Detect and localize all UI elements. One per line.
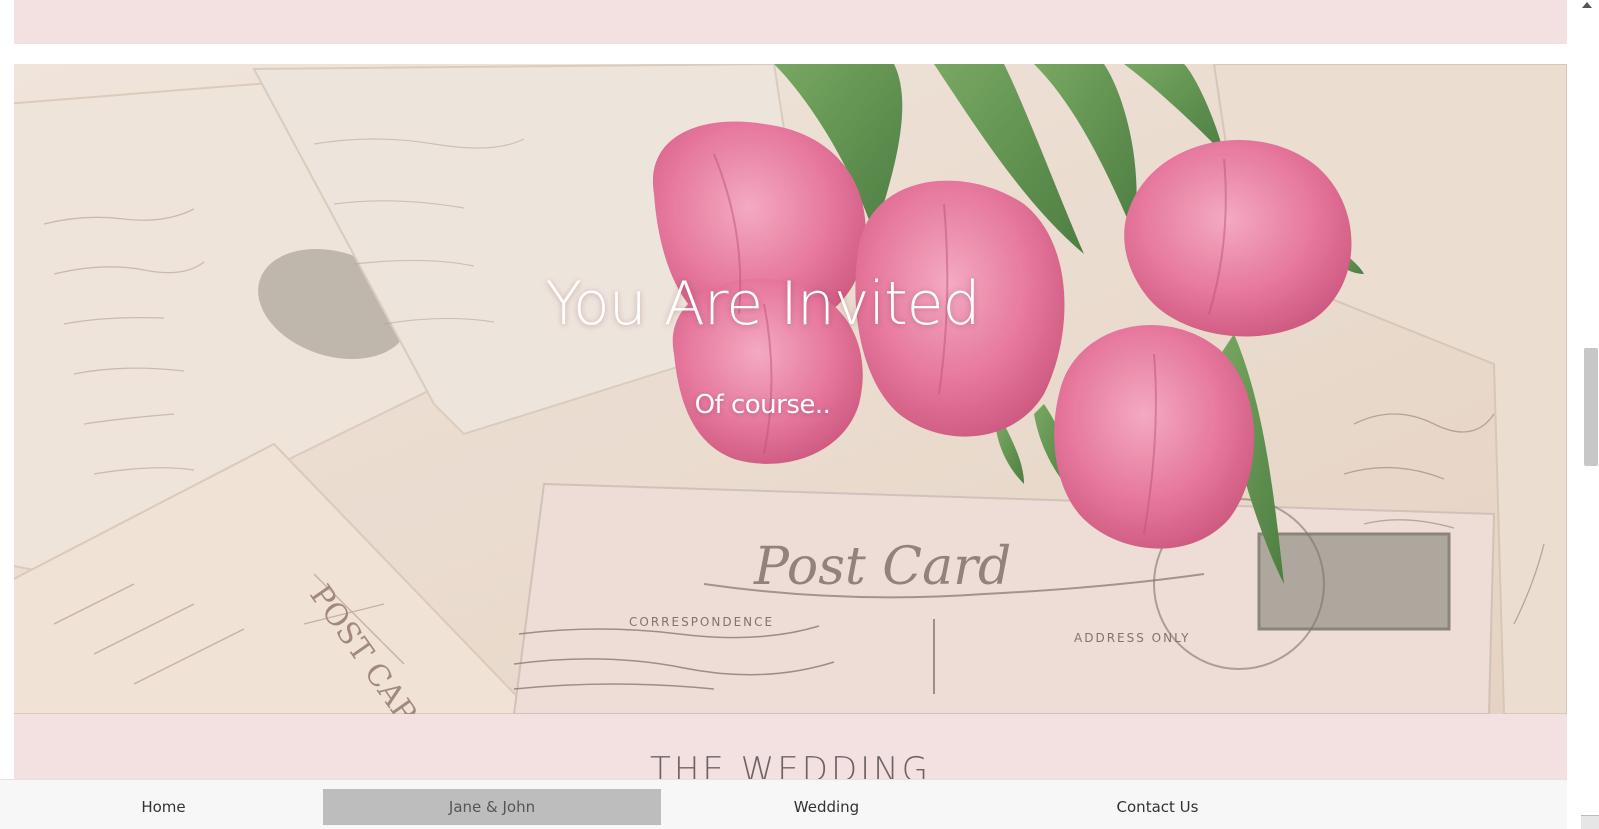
chevron-up-icon[interactable] <box>1582 2 1592 8</box>
nav-home[interactable]: Home <box>0 789 327 825</box>
chevron-down-icon[interactable] <box>1581 815 1599 829</box>
hero-banner: POST CARD Post Card CORRESPONDENCE ADDRE… <box>14 64 1567 714</box>
nav-wedding[interactable]: Wedding <box>661 789 992 825</box>
page: POST CARD Post Card CORRESPONDENCE ADDRE… <box>0 0 1599 829</box>
vertical-scrollbar[interactable] <box>1567 0 1599 829</box>
hero-background-image: POST CARD Post Card CORRESPONDENCE ADDRE… <box>14 64 1567 714</box>
nav-jane-and-john[interactable]: Jane & John <box>323 789 661 825</box>
top-band <box>14 0 1567 44</box>
scrollbar-thumb[interactable] <box>1584 348 1598 466</box>
bottom-navigation: Home Jane & John Wedding Contact Us <box>0 779 1567 829</box>
nav-contact-us[interactable]: Contact Us <box>992 789 1323 825</box>
hero-subtitle: Of course.. <box>694 390 831 420</box>
hero-title: You Are Invited <box>545 269 980 339</box>
